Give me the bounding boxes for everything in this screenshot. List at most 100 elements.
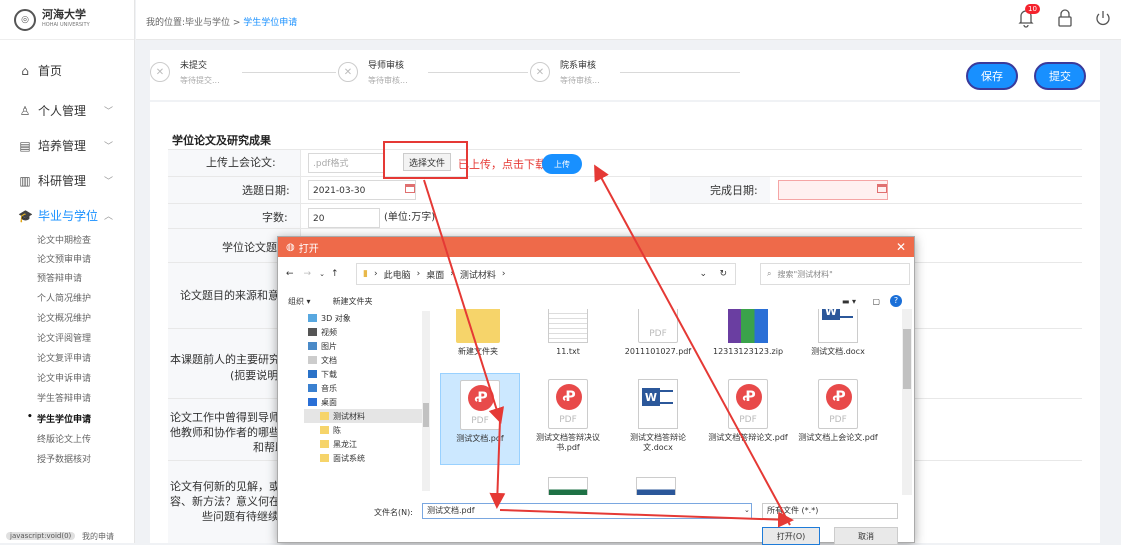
file-grid: 新建文件夹 11.txt PDF 2011101027.pdf 123131231…	[438, 309, 898, 495]
path-segment[interactable]: 此电脑	[384, 268, 411, 281]
cancel-button[interactable]: 取消	[834, 527, 898, 545]
training-icon: ▤	[19, 138, 31, 153]
sub-appeal[interactable]: 论文申诉申请	[37, 371, 91, 384]
progress-steps: ✕ 未提交 等待提交... ✕ 导师审核 等待审核... ✕ 院系审核 等待审核...	[150, 50, 1100, 100]
chevron-up-icon: ︿	[103, 212, 113, 222]
dialog-title: 打开	[298, 243, 319, 255]
dialog-titlebar: ◍ 打开	[278, 237, 914, 257]
file-item-selected[interactable]: Ꝓ PDF 测试文档.pdf	[440, 373, 520, 465]
file-item[interactable]: 11.txt	[528, 309, 608, 357]
up-arrow-icon[interactable]: ↑	[331, 269, 339, 279]
filename-input[interactable]: 测试文档.pdf	[422, 503, 752, 519]
sub-rereview[interactable]: 论文复评申请	[37, 351, 91, 364]
nav-research[interactable]: ▥ 科研管理 ﹀	[0, 172, 135, 189]
file-item[interactable]: W 测试文档.docx	[798, 309, 878, 357]
file-name: 测试文档答辩论文.docx	[630, 433, 686, 452]
view-options-icon[interactable]: ▬ ▾	[842, 297, 856, 306]
tree-item[interactable]: 3D 对象	[304, 311, 424, 325]
chevron-down-icon[interactable]: ⌄	[699, 269, 707, 279]
calendar-icon[interactable]	[877, 184, 887, 193]
notification-badge: 10	[1025, 4, 1040, 14]
breadcrumb-current: 学生学位申请	[243, 18, 298, 28]
file-item[interactable]: Ꝓ PDF 测试文档上会论文.pdf	[798, 379, 878, 443]
file-item[interactable]: 12313123123.zip	[708, 309, 788, 357]
file-item[interactable]: PDF 2011101027.pdf	[618, 309, 698, 357]
notification-bell[interactable]: 10	[1017, 4, 1040, 28]
tree-item[interactable]: 文档	[304, 353, 424, 367]
path-segment[interactable]: 桌面	[426, 268, 444, 281]
nav-personal[interactable]: ♙ 个人管理 ﹀	[0, 102, 135, 119]
sub-thesis-overview[interactable]: 论文概况维护	[37, 311, 91, 324]
path-segment[interactable]: 测试材料	[460, 268, 496, 281]
sub-predefense[interactable]: 预答辩申请	[37, 271, 82, 284]
zip-icon	[728, 309, 768, 343]
recent-dropdown-icon[interactable]: ⌄	[319, 270, 325, 278]
folder-icon	[320, 440, 329, 448]
chevron-down-icon[interactable]: ⌄	[744, 506, 750, 514]
tree-item[interactable]: 视频	[304, 325, 424, 339]
sub-review[interactable]: 论文评阅管理	[37, 331, 91, 344]
forward-arrow-icon[interactable]: →	[304, 269, 312, 279]
tree-item[interactable]: 音乐	[304, 381, 424, 395]
tree-scrollbar[interactable]	[422, 311, 430, 491]
power-icon[interactable]	[1095, 9, 1111, 27]
nav-training-label: 培养管理	[38, 139, 87, 153]
tree-item[interactable]: 桌面	[304, 395, 424, 409]
help-icon[interactable]: ?	[890, 295, 902, 307]
sub-midterm[interactable]: 论文中期检查	[37, 233, 91, 246]
file-grid-scrollbar[interactable]	[902, 309, 912, 495]
organize-button[interactable]: 组织 ▾	[288, 296, 311, 307]
tree-item[interactable]: 陈	[304, 423, 424, 437]
file-item[interactable]: W 测试文档答辩论文.docx	[618, 379, 698, 453]
submit-button[interactable]: 提交	[1034, 62, 1086, 90]
close-icon[interactable]: ✕	[896, 240, 906, 254]
file-item[interactable]: Ꝓ PDF 测试文档答辩决议书.pdf	[528, 379, 608, 453]
refresh-icon[interactable]: ↻	[719, 269, 727, 279]
tree-item[interactable]: 测试材料	[304, 409, 424, 423]
filetype-select[interactable]: 所有文件 (*.*)	[762, 503, 898, 519]
nav-training[interactable]: ▤ 培养管理 ﹀	[0, 137, 135, 154]
pdf-icon: Ꝓ PDF	[818, 379, 858, 429]
start-date-input[interactable]: 2021-03-30	[308, 180, 416, 200]
word-count-input[interactable]: 20	[308, 208, 380, 228]
upload-path-input[interactable]: .pdf格式	[308, 153, 384, 173]
upload-button[interactable]: 上传	[542, 154, 582, 174]
chevron-down-icon: ﹀	[103, 142, 113, 152]
sub-my-applications[interactable]: 我的申请	[82, 531, 114, 542]
search-input[interactable]: ⌕ 搜索"测试材料"	[760, 263, 910, 285]
file-item[interactable]: Ꝓ PDF 测试文档答辩论文.pdf	[708, 379, 788, 443]
new-folder-button[interactable]: 新建文件夹	[333, 296, 373, 307]
tree-item[interactable]: 面试系统	[304, 451, 424, 465]
sub-defense[interactable]: 学生答辩申请	[37, 391, 91, 404]
preview-pane-icon[interactable]: ▢	[872, 297, 880, 306]
chevron-down-icon: ﹀	[103, 177, 113, 187]
3d-objects-icon	[308, 314, 317, 322]
file-name: 测试文档答辩论文.pdf	[708, 433, 788, 442]
step-sub: 等待审核...	[368, 76, 408, 85]
back-arrow-icon[interactable]: ←	[286, 269, 294, 279]
nav-research-label: 科研管理	[38, 174, 87, 188]
sub-final-upload[interactable]: 终版论文上传	[37, 432, 91, 445]
nav-graduation[interactable]: 🎓 毕业与学位 ︿	[0, 207, 135, 224]
breadcrumb: 我的位置:毕业与学位 > 学生学位申请	[146, 15, 297, 28]
sub-prereview[interactable]: 论文预审申请	[37, 252, 91, 265]
open-button[interactable]: 打开(O)	[762, 527, 820, 545]
address-bar[interactable]: ▮ › 此电脑 › 桌面 › 测试材料 › ⌄ ↻	[356, 263, 736, 285]
tree-item[interactable]: 图片	[304, 339, 424, 353]
sub-profile[interactable]: 个人简况维护	[37, 291, 91, 304]
tree-item[interactable]: 黑龙江	[304, 437, 424, 451]
uploaded-download-link[interactable]: 已上传，点击下载	[458, 156, 546, 172]
word-count-unit: (单位:万字)	[384, 212, 436, 223]
nav-home[interactable]: ⌂ 首页	[0, 62, 135, 79]
sub-data-check[interactable]: 授予数据核对	[37, 452, 91, 465]
tree-item[interactable]: 下载	[304, 367, 424, 381]
file-item[interactable]: 新建文件夹	[438, 309, 518, 357]
choose-file-button[interactable]: 选择文件	[403, 153, 451, 171]
word-count-label: 字数:	[262, 211, 288, 224]
save-button[interactable]: 保存	[966, 62, 1018, 90]
finish-date-input[interactable]	[778, 180, 888, 200]
address-row: ← → ⌄ ↑ ▮ › 此电脑 › 桌面 › 测试材料 › ⌄ ↻ ⌕ 搜索"测…	[286, 263, 910, 285]
lock-icon[interactable]	[1057, 9, 1073, 27]
sub-degree-apply[interactable]: 学生学位申请	[27, 412, 91, 425]
calendar-icon[interactable]	[405, 184, 415, 193]
